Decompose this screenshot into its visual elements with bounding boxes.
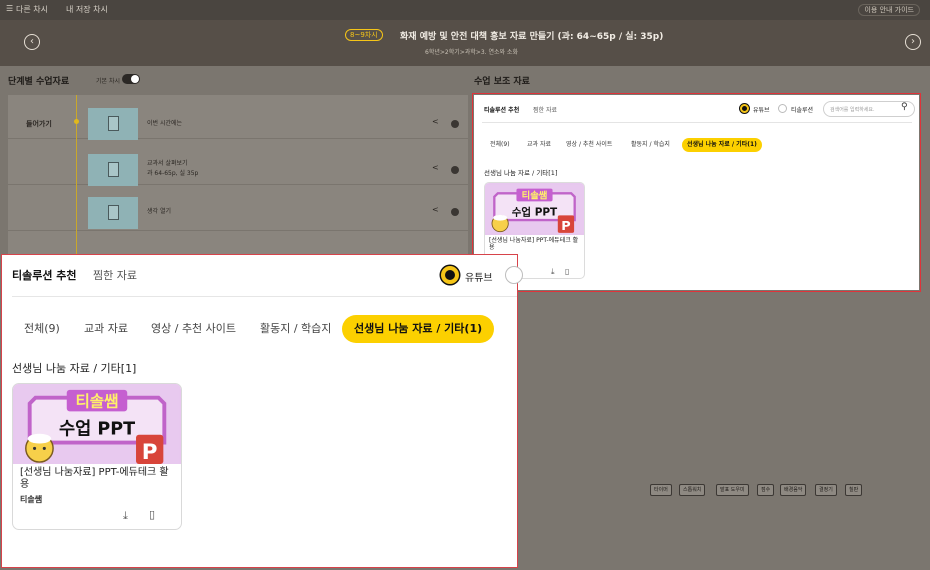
ppt-logo-letter-large: P xyxy=(142,440,158,464)
list-item[interactable] xyxy=(8,187,468,231)
top-bar: ☰ 다른 차시 내 저장 차시 이용 안내 가이드 xyxy=(0,0,930,20)
list-item[interactable] xyxy=(8,95,468,139)
ppt-logo-letter: P xyxy=(561,219,570,234)
app-root: ☰ 다른 차시 내 저장 차시 이용 안내 가이드 ‹ › 8~9차시 화재 예… xyxy=(0,0,930,570)
share-icon[interactable]: < xyxy=(432,205,439,214)
tab-recommend[interactable]: 티솔루션 추천 xyxy=(484,105,519,114)
tab-recommend-large[interactable]: 티솔루션 추천 xyxy=(12,267,77,283)
delete-icon[interactable] xyxy=(451,120,459,128)
row-title: 교과서 살펴보기 xyxy=(147,160,188,167)
filter-textbook[interactable]: 교과 자료 xyxy=(522,138,556,152)
card-title-large: [선생님 나눔자료] PPT-에듀테크 활용 xyxy=(20,467,169,490)
step-label: 들어가기 xyxy=(26,120,52,128)
card-thumbnail: 티솔쌤 수업 PPT P xyxy=(485,183,584,235)
basic-lesson-toggle[interactable] xyxy=(122,74,140,84)
row-title: 생각 열기 xyxy=(147,208,171,215)
next-lesson-button[interactable]: › xyxy=(905,34,921,50)
tab-saved[interactable]: 찜한 자료 xyxy=(533,105,557,114)
timer-button[interactable]: 타이머 xyxy=(650,484,672,496)
radio-youtube[interactable] xyxy=(740,104,749,113)
resource-card-large[interactable]: 티솔쌤 수업 PPT P [선생님 나눔자료] PPT-에듀테크 활용 티솔쌤 … xyxy=(12,383,182,530)
download-icon[interactable]: ⤓ xyxy=(551,267,555,277)
bookmark-icon[interactable]: ▯ xyxy=(149,508,155,521)
search-placeholder: 검색어를 입력하세요. xyxy=(830,107,875,113)
hamburger-icon[interactable]: ☰ xyxy=(6,4,13,13)
row-subtitle: 과 64-65p, 실 35p xyxy=(147,170,199,177)
filter-all[interactable]: 전체(9) xyxy=(485,138,515,152)
tab-other-lessons[interactable]: 다른 차시 xyxy=(16,4,48,15)
lesson-title-bar: ‹ › 8~9차시 화재 예방 및 안전 대책 홍보 자료 만들기 (과: 64… xyxy=(0,20,930,66)
card-author: 티솔쌤 xyxy=(20,495,43,504)
toggle-label: 기본 차시 xyxy=(96,78,120,85)
filter-teacher-shared[interactable]: 선생님 나눔 자료 / 기타(1) xyxy=(682,138,762,152)
result-count: 선생님 나눔 자료 / 기타[1] xyxy=(484,169,558,177)
download-icon[interactable]: ⤓ xyxy=(123,509,128,523)
blackboard-button[interactable]: 칠판 xyxy=(845,484,863,496)
card-thumbnail-large: 티솔쌤 수업 PPT P xyxy=(13,384,181,464)
radio-tsolution-label: 티솔루션 xyxy=(791,107,814,114)
delete-icon[interactable] xyxy=(451,208,459,216)
guide-button[interactable]: 이용 안내 가이드 xyxy=(858,4,920,16)
filter-textbook-large[interactable]: 교과 자료 xyxy=(72,315,140,343)
radio-youtube-label: 유튜브 xyxy=(753,107,770,114)
right-section-title: 수업 보조 자료 xyxy=(474,77,530,87)
left-section-title: 단계별 수업자료 xyxy=(8,77,70,87)
decider-button[interactable]: 결정기 xyxy=(815,484,837,496)
bgm-button[interactable]: 배경음악 xyxy=(780,484,807,496)
lesson-breadcrumb: 6학년>2학기>과학>3. 연소와 소화 xyxy=(425,49,518,56)
document-icon xyxy=(108,116,119,131)
share-icon[interactable]: < xyxy=(432,163,439,172)
radio-youtube-large[interactable] xyxy=(441,266,459,284)
filter-worksheet-large[interactable]: 활동지 / 학습지 xyxy=(248,315,343,343)
divider xyxy=(12,296,517,297)
document-icon xyxy=(108,205,119,220)
score-button[interactable]: 점수 xyxy=(757,484,775,496)
timeline-dot xyxy=(74,119,79,124)
radio-tsolution[interactable] xyxy=(778,104,787,113)
filter-worksheet[interactable]: 활동지 / 학습지 xyxy=(626,138,675,152)
tab-saved-large[interactable]: 찜한 자료 xyxy=(93,267,137,283)
prev-lesson-button[interactable]: ‹ xyxy=(24,34,40,50)
delete-icon[interactable] xyxy=(451,166,459,174)
filter-video-large[interactable]: 영상 / 추천 사이트 xyxy=(139,315,248,343)
radio-tsolution-large[interactable] xyxy=(505,266,523,284)
row-title: 이번 시간에는 xyxy=(147,120,183,127)
card-banner-top: 티솔쌤 xyxy=(522,190,548,202)
stopwatch-button[interactable]: 스톱워치 xyxy=(679,484,706,496)
lesson-title: 화재 예방 및 안전 대책 홍보 자료 만들기 (과: 64~65p / 실: … xyxy=(400,32,664,42)
filter-teacher-shared-large[interactable]: 선생님 나눔 자료 / 기타(1) xyxy=(342,315,495,343)
card-banner-main-large: 수업 PPT xyxy=(59,420,135,440)
divider xyxy=(482,122,912,123)
bookmark-icon[interactable]: ▯ xyxy=(565,267,569,276)
card-title: [선생님 나눔자료] PPT-에듀테크 활용 xyxy=(489,237,579,251)
tab-saved-lessons[interactable]: 내 저장 차시 xyxy=(66,4,108,15)
filter-all-large[interactable]: 전체(9) xyxy=(12,315,72,343)
filter-video[interactable]: 영상 / 추천 사이트 xyxy=(561,138,617,152)
search-icon[interactable]: ⚲ xyxy=(901,102,908,112)
radio-youtube-large-label: 유튜브 xyxy=(465,273,493,284)
card-banner-top-large: 티솔쌤 xyxy=(75,392,118,410)
presenter-button[interactable]: 발표 도우미 xyxy=(716,484,749,496)
card-banner-main: 수업 PPT xyxy=(512,205,558,218)
result-count-large: 선생님 나눔 자료 / 기타[1] xyxy=(12,362,137,375)
share-icon[interactable]: < xyxy=(432,117,439,126)
list-item[interactable] xyxy=(8,141,468,185)
document-icon xyxy=(108,162,119,177)
lesson-badge: 8~9차시 xyxy=(345,29,383,41)
